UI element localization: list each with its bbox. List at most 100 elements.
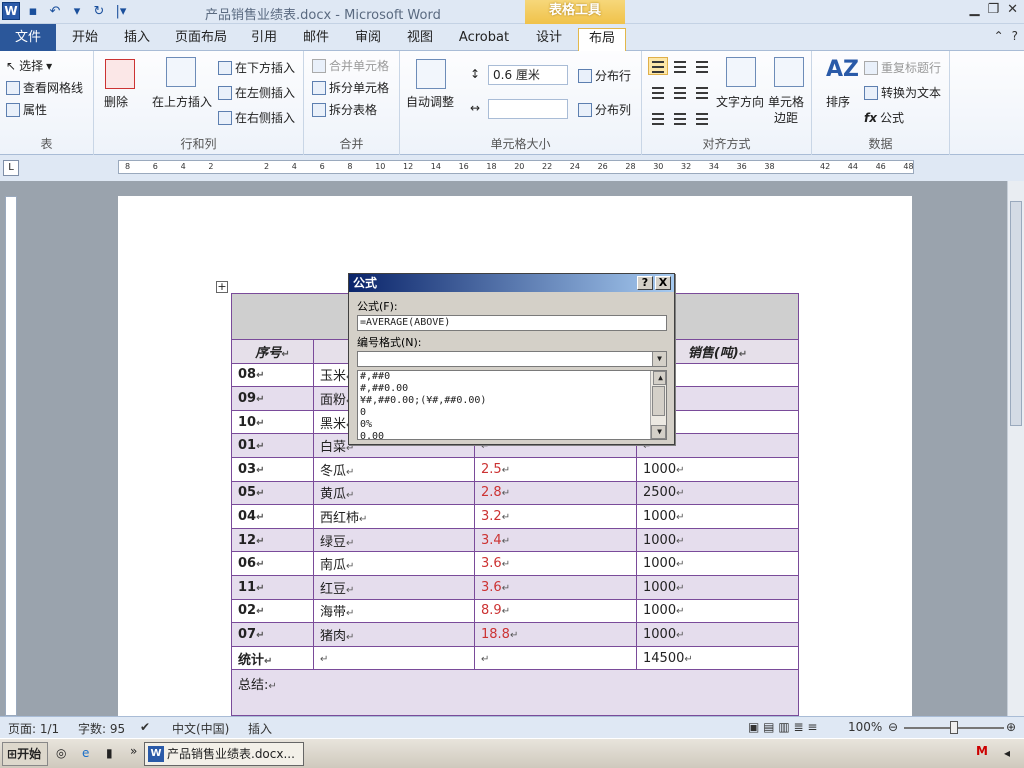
taskbar-word-item[interactable]: W 产品销售业绩表.docx... [144,742,304,766]
row-no-cell[interactable]: 06↵ [231,551,314,576]
summary-cell[interactable]: 总结:↵ [231,669,799,717]
more-icon[interactable]: » [130,744,137,758]
format-option[interactable]: 0% [358,419,666,431]
quick-launch-icon-1[interactable]: ◎ [56,746,66,760]
undo-icon[interactable]: ↶ [46,2,64,20]
zoom-level[interactable]: 100% [848,720,882,734]
split-table-button[interactable]: 拆分表格 [312,101,377,118]
vertical-scrollbar[interactable] [1007,181,1024,716]
row-price-cell[interactable]: 3.6↵ [474,551,637,576]
zoom-slider-thumb[interactable] [950,721,958,734]
word-logo-icon[interactable]: W [2,2,20,20]
text-direction-button[interactable]: 文字方向 [716,93,764,110]
row-name-cell[interactable]: 西红柿↵ [313,504,475,529]
dropdown-icon[interactable]: ▾ [68,2,86,20]
row-price-cell[interactable]: 8.9↵ [474,598,637,624]
row-no-cell[interactable]: 03↵ [231,456,314,482]
tray-volume-icon[interactable]: ◂ [1004,746,1010,760]
word-count[interactable]: 字数: 95 [78,720,125,737]
draft-icon[interactable]: ≡ [807,720,817,734]
number-format-list[interactable]: #,##0 #,##0.00 ¥#,##0.00;(¥#,##0.00) 0 0… [357,370,667,443]
row-name-cell[interactable]: 海带↵ [313,598,475,624]
row-no-cell[interactable]: 07↵ [231,622,314,647]
tab-design[interactable]: 设计 [528,28,570,51]
row-sales-cell[interactable]: 1000↵ [636,527,799,553]
align-bottom-left-icon[interactable] [648,109,668,127]
zoom-out-icon[interactable]: ⊖ [888,720,898,734]
sort-icon[interactable]: AZ [826,57,859,82]
row-name-cell[interactable]: 黄瓜↵ [313,480,475,506]
convert-to-text-button[interactable]: 转换为文本 [864,84,941,101]
horizontal-ruler[interactable]: 8 6 4 2 2 4 6 8 10 12 14 16 18 20 22 24 26 28 30 32 34 36 38 42… [118,160,914,174]
row-price-cell[interactable]: 2.5↵ [474,456,637,482]
outline-icon[interactable]: ≣ [794,720,804,734]
save-icon[interactable]: ▪ [24,2,42,20]
row-sales-cell[interactable]: 1000↵ [636,598,799,624]
cell-margins-button-line2[interactable]: 边距 [774,109,798,126]
tab-file[interactable]: 文件 [0,24,56,51]
row-price-cell[interactable]: 2.8↵ [474,480,637,506]
properties-button[interactable]: 属性 [6,101,47,118]
tray-m-icon[interactable]: M [976,744,992,762]
row-price-cell[interactable]: 3.2↵ [474,504,637,529]
insert-mode-indicator[interactable]: 插入 [248,720,272,737]
insert-right-button[interactable]: 在右侧插入 [218,109,295,126]
tab-selector-icon[interactable]: L [3,160,19,176]
row-no-cell[interactable]: 11↵ [231,574,314,600]
row-price-cell[interactable]: 3.4↵ [474,527,637,553]
format-option[interactable]: 0 [358,407,666,419]
row-sales-cell[interactable]: 1000↵ [636,551,799,576]
help-icon[interactable]: ? [1012,29,1018,43]
scroll-up-icon[interactable]: ▲ [653,371,666,385]
distribute-rows-button[interactable]: 分布行 [578,67,631,84]
view-gridlines-button[interactable]: 查看网格线 [6,79,83,96]
row-no-cell[interactable]: 10↵ [231,409,314,435]
tab-insert[interactable]: 插入 [114,28,160,51]
tab-layout[interactable]: 布局 [578,28,626,51]
close-icon[interactable]: ✕ [1007,2,1018,17]
row-name-cell[interactable]: 南瓜↵ [313,551,475,576]
row-sales-cell[interactable]: 2500↵ [636,480,799,506]
total-label-cell[interactable]: 统计↵ [231,645,314,671]
total-sales-cell[interactable]: 14500↵ [636,645,799,671]
tab-review[interactable]: 审阅 [348,28,388,51]
minimize-icon[interactable]: ▁ [969,2,979,17]
row-no-cell[interactable]: 09↵ [231,386,314,411]
align-middle-left-icon[interactable] [648,83,668,101]
format-list-scrollbar[interactable]: ▲ ▼ [650,371,666,439]
align-top-left-icon[interactable] [648,57,668,75]
header-cell-no[interactable]: 序号↵ [231,339,314,364]
tab-mailings[interactable]: 邮件 [296,28,336,51]
text-direction-icon[interactable] [726,57,756,87]
row-name-cell[interactable]: 冬瓜↵ [313,456,475,482]
row-name-cell[interactable]: 绿豆↵ [313,527,475,553]
ie-icon[interactable]: e [82,746,89,760]
quick-launch-icon-3[interactable]: ▮ [106,746,113,760]
number-format-input[interactable]: ▼ [357,351,667,367]
format-dropdown-icon[interactable]: ▼ [652,352,666,366]
web-layout-icon[interactable]: ▥ [778,720,789,734]
distribute-columns-button[interactable]: 分布列 [578,101,631,118]
row-no-cell[interactable]: 04↵ [231,504,314,529]
full-screen-icon[interactable]: ▤ [763,720,774,734]
row-sales-cell[interactable]: 1000↵ [636,622,799,647]
format-option[interactable]: 0.00 [358,431,666,443]
tab-view[interactable]: 视图 [400,28,440,51]
format-option[interactable]: #,##0 [358,371,666,383]
row-sales-cell[interactable]: 1000↵ [636,574,799,600]
row-sales-cell[interactable]: 1000↵ [636,504,799,529]
customize-qat-icon[interactable]: |▾ [112,2,130,20]
row-no-cell[interactable]: 05↵ [231,480,314,506]
cell-margins-button[interactable]: 单元格 [768,93,804,110]
align-middle-right-icon[interactable] [692,83,712,101]
collapse-ribbon-icon[interactable]: ⌃ [994,29,1004,43]
align-bottom-center-icon[interactable] [670,109,690,127]
formula-button[interactable]: fx 公式 [864,109,904,126]
autofit-button[interactable]: 自动调整 [406,93,454,110]
row-no-cell[interactable]: 01↵ [231,433,314,458]
repeat-header-rows-button[interactable]: 重复标题行 [864,59,941,76]
insert-above-button[interactable]: 在上方插入 [152,93,212,110]
restore-icon[interactable]: ❐ [987,2,999,17]
select-button[interactable]: ↖ 选择 ▾ [6,57,52,74]
start-button[interactable]: ⊞开始 [2,742,48,766]
